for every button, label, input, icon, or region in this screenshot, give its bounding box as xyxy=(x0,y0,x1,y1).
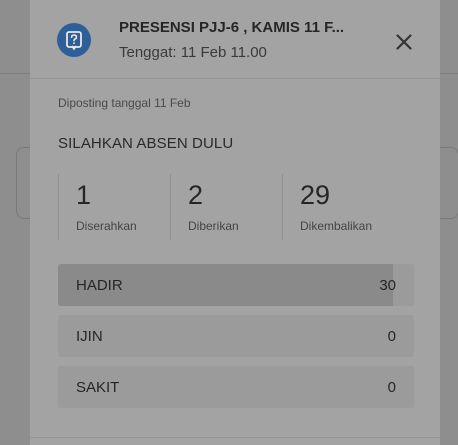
close-icon xyxy=(396,34,412,50)
stat-label: Diberikan xyxy=(188,219,239,233)
option-hadir[interactable]: HADIR 30 xyxy=(58,264,414,306)
close-button[interactable] xyxy=(392,30,416,54)
option-count: 0 xyxy=(387,328,396,345)
header-divider xyxy=(30,78,440,79)
option-label: SAKIT xyxy=(76,379,120,396)
sheet-header: PRESENSI PJJ-6 , KAMIS 11 F... Tenggat: … xyxy=(30,0,440,78)
option-sakit[interactable]: SAKIT 0 xyxy=(58,366,414,408)
stat-assigned[interactable]: 2 Diberikan xyxy=(170,174,282,240)
stat-returned[interactable]: 29 Dikembalikan xyxy=(282,174,413,240)
option-count: 0 xyxy=(387,379,396,396)
stat-value: 2 xyxy=(188,180,204,210)
stat-label: Diserahkan xyxy=(76,219,137,233)
footer-divider xyxy=(30,437,440,438)
assignment-question-icon xyxy=(57,23,91,57)
posted-date: Diposting tanggal 11 Feb xyxy=(58,96,191,110)
background-card-edge-right xyxy=(440,147,458,219)
option-label: IJIN xyxy=(76,328,103,345)
answer-options: HADIR 30 IJIN 0 SAKIT 0 xyxy=(58,264,414,417)
stat-turned-in[interactable]: 1 Diserahkan xyxy=(58,174,170,240)
option-label: HADIR xyxy=(76,277,123,294)
option-count: 30 xyxy=(379,277,396,294)
submission-stats: 1 Diserahkan 2 Diberikan 29 Dikembalikan xyxy=(58,174,413,240)
stat-value: 1 xyxy=(76,180,92,210)
stat-label: Dikembalikan xyxy=(300,219,373,233)
assignment-instructions: SILAHKAN ABSEN DULU xyxy=(58,135,234,152)
due-date: Tenggat: 11 Feb 11.00 xyxy=(119,44,267,61)
option-ijin[interactable]: IJIN 0 xyxy=(58,315,414,357)
assignment-title: PRESENSI PJJ-6 , KAMIS 11 F... xyxy=(119,19,345,36)
stat-value: 29 xyxy=(300,180,331,210)
assignment-detail-sheet: PRESENSI PJJ-6 , KAMIS 11 F... Tenggat: … xyxy=(30,0,440,445)
